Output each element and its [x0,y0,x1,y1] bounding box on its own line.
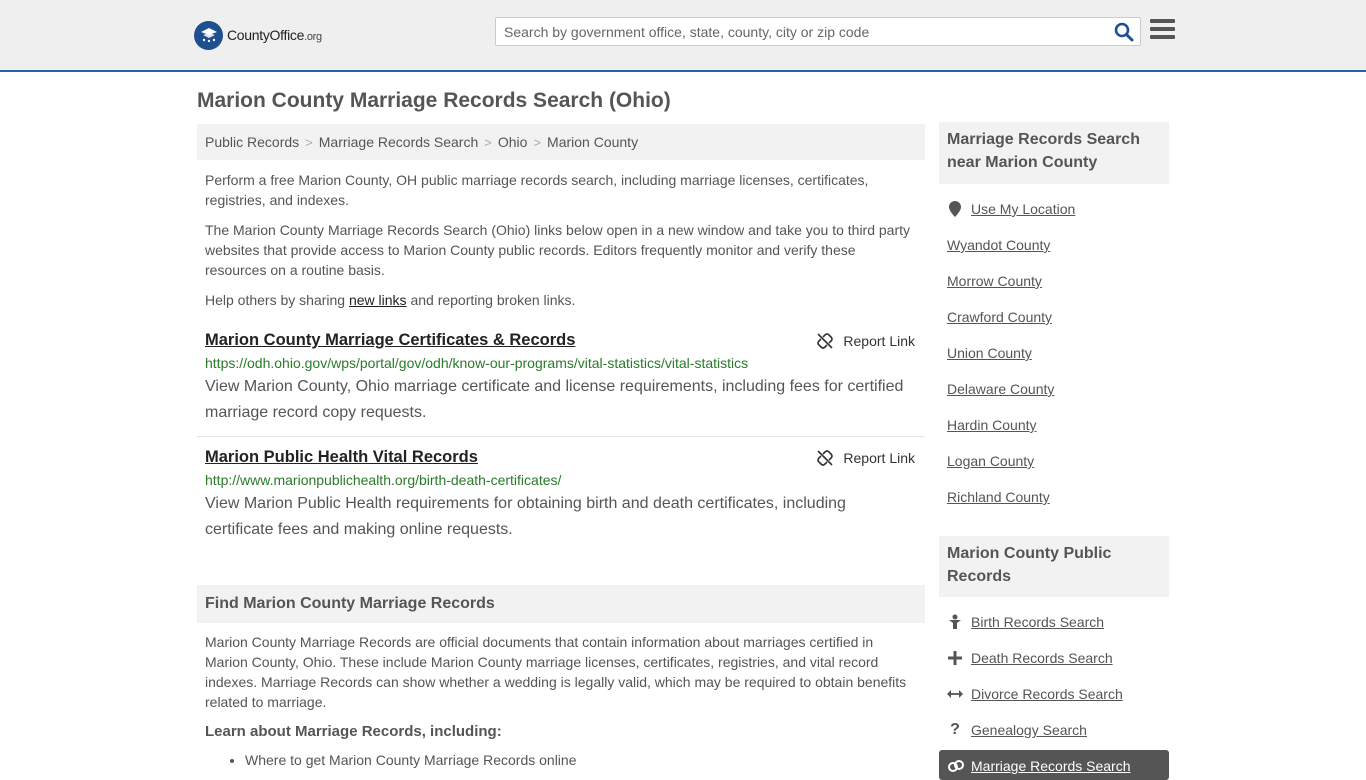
search-box [495,17,1141,46]
breadcrumb-marriage-records[interactable]: Marriage Records Search [319,134,479,150]
location-pin-icon [947,201,963,217]
breadcrumb-separator: > [533,134,542,150]
sidebar-item-union[interactable]: Union County [947,345,1032,361]
sidebar-item-crawford[interactable]: Crawford County [947,309,1052,325]
breadcrumb-ohio[interactable]: Ohio [498,134,528,150]
sidebar-public-heading: Marion County Public Records [939,536,1169,597]
seal-icon [194,20,223,50]
use-location-item[interactable]: Use My Location [947,201,1075,217]
broken-link-icon [817,333,834,349]
broken-link-icon [817,450,834,466]
site-header: CountyOffice.org [0,0,1366,72]
new-links-link[interactable]: new links [349,292,407,308]
question-icon: ? [950,721,960,738]
report-link-button[interactable]: Report Link [817,333,915,349]
result-description: View Marion Public Health requirements f… [205,495,846,538]
report-link-button[interactable]: Report Link [817,450,915,466]
learn-heading: Learn about Marriage Records, including: [205,723,502,740]
sidebar-item-label: Marriage Records Search [971,758,1131,774]
page-title: Marion County Marriage Records Search (O… [197,89,671,112]
intro-paragraph-2: The Marion County Marriage Records Searc… [205,222,911,278]
sidebar-item-morrow[interactable]: Morrow County [947,273,1042,289]
sidebar-nearby-heading: Marriage Records Search near Marion Coun… [939,122,1169,184]
sidebar-item-death[interactable]: Death Records Search [947,650,1113,666]
result-url: https://odh.ohio.gov/wps/portal/gov/odh/… [205,355,749,371]
sidebar-item-richland[interactable]: Richland County [947,489,1050,505]
result-title-link[interactable]: Marion Public Health Vital Records [205,448,478,467]
use-my-location-link[interactable]: Use My Location [971,201,1075,217]
search-icon[interactable] [1114,22,1134,42]
divider [197,436,925,437]
hamburger-menu-icon[interactable] [1150,19,1175,41]
search-input[interactable] [496,18,1106,45]
result-item: Marion County Marriage Certificates & Re… [197,331,925,431]
sidebar-item-divorce[interactable]: Divorce Records Search [947,686,1123,702]
learn-list: Where to get Marion County Marriage Reco… [245,752,577,768]
breadcrumb: Public Records > Marriage Records Search… [197,124,925,160]
section-heading: Find Marion County Marriage Records [197,585,925,623]
sidebar-item-delaware[interactable]: Delaware County [947,381,1054,397]
result-item: Marion Public Health Vital Records Repor… [197,448,925,548]
list-item: Where to get Marion County Marriage Reco… [245,752,577,768]
breadcrumb-separator: > [484,134,492,150]
section-body: Marion County Marriage Records are offic… [205,634,907,710]
result-title-link[interactable]: Marion County Marriage Certificates & Re… [205,331,575,350]
sidebar-item-hardin[interactable]: Hardin County [947,417,1037,433]
arrows-icon [947,686,963,702]
sidebar-item-logan[interactable]: Logan County [947,453,1034,469]
breadcrumb-separator: > [305,134,313,150]
sidebar-item-birth[interactable]: Birth Records Search [947,614,1104,630]
breadcrumb-public-records[interactable]: Public Records [205,134,299,150]
site-logo[interactable]: CountyOffice.org [194,20,322,50]
breadcrumb-marion-county[interactable]: Marion County [547,134,638,150]
intro-paragraph-3: Help others by sharing new links and rep… [205,292,576,308]
sidebar-item-genealogy[interactable]: ? Genealogy Search [947,721,1087,738]
intro-paragraph-1: Perform a free Marion County, OH public … [205,172,869,208]
result-description: View Marion County, Ohio marriage certif… [205,378,904,421]
logo-text: CountyOffice.org [227,27,322,43]
cross-icon [947,650,963,666]
result-url: http://www.marionpublichealth.org/birth-… [205,472,562,488]
baby-icon [947,614,963,630]
sidebar-item-marriage-active[interactable]: Marriage Records Search [939,750,1169,780]
sidebar-item-wyandot[interactable]: Wyandot County [947,237,1050,253]
